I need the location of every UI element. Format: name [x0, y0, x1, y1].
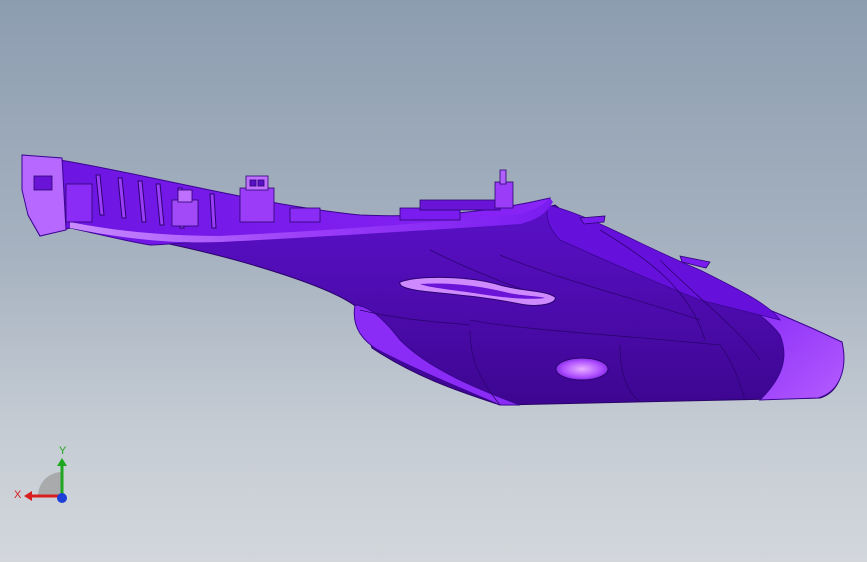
coordinate-triad: Y X — [14, 445, 67, 503]
3d-graphics-viewport[interactable]: Y X — [0, 0, 867, 562]
y-axis-arrowhead — [57, 458, 67, 466]
x-axis-label: X — [14, 489, 22, 501]
z-axis-dot — [57, 493, 67, 503]
left-end-clip — [33, 175, 53, 191]
x-axis-arrowhead — [24, 491, 32, 501]
part-left-end-block — [21, 154, 67, 237]
model-view[interactable] — [0, 0, 867, 562]
y-axis-label: Y — [59, 445, 67, 457]
left-end-boss — [65, 183, 93, 223]
triad-plane-shade — [38, 472, 62, 496]
part-round-hole — [555, 357, 609, 381]
